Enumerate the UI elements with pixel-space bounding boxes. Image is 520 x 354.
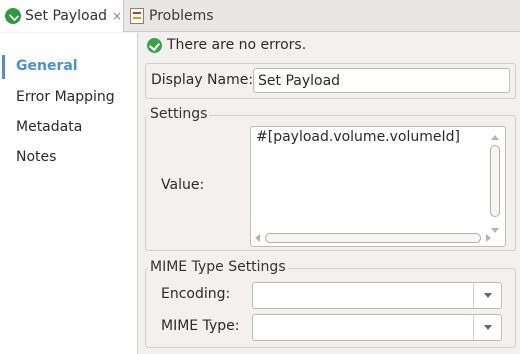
- tab-set-payload-label: Set Payload: [25, 8, 108, 24]
- chevron-down-icon[interactable]: [473, 315, 501, 340]
- display-name-input[interactable]: [253, 68, 510, 93]
- properties-view: Set Payload × Problems General Error Map…: [0, 0, 520, 354]
- check-circle-icon: [147, 37, 162, 53]
- chevron-down-icon[interactable]: [473, 283, 501, 308]
- scroll-down-icon[interactable]: [491, 228, 499, 233]
- vertical-scrollbar[interactable]: [489, 131, 501, 233]
- value-expression-editor[interactable]: #[payload.volume.volumeId]: [250, 126, 506, 247]
- horizontal-scrollbar[interactable]: [255, 232, 491, 244]
- settings-title: Settings: [148, 106, 210, 122]
- scroll-left-icon[interactable]: [255, 234, 260, 242]
- status-message: There are no errors.: [167, 37, 307, 53]
- value-expression-text: #[payload.volume.volumeId]: [256, 129, 460, 145]
- mime-settings-title: MIME Type Settings: [148, 259, 288, 275]
- tab-set-payload[interactable]: Set Payload ×: [0, 0, 124, 32]
- tab-problems[interactable]: Problems: [127, 0, 247, 32]
- tab-bar: Set Payload × Problems: [0, 0, 520, 32]
- set-payload-icon: [5, 8, 21, 24]
- nav-item-error-mapping[interactable]: Error Mapping: [16, 89, 115, 105]
- encoding-label: Encoding:: [161, 286, 231, 302]
- vertical-scroll-thumb[interactable]: [490, 145, 500, 217]
- scroll-up-icon[interactable]: [491, 135, 499, 140]
- display-name-label: Display Name:: [151, 72, 254, 88]
- validation-status: There are no errors.: [147, 36, 306, 54]
- horizontal-scroll-thumb[interactable]: [265, 233, 481, 243]
- problems-icon: [130, 8, 144, 24]
- nav-item-general[interactable]: General: [16, 58, 78, 74]
- nav-item-metadata[interactable]: Metadata: [16, 119, 82, 135]
- section-nav: General Error Mapping Metadata Notes: [0, 33, 138, 354]
- value-label: Value:: [161, 177, 205, 193]
- tab-problems-label: Problems: [149, 8, 214, 24]
- nav-item-notes[interactable]: Notes: [16, 149, 56, 165]
- encoding-combo[interactable]: [252, 282, 502, 309]
- close-icon[interactable]: ×: [112, 10, 122, 22]
- mime-type-combo[interactable]: [252, 314, 502, 341]
- nav-active-indicator: [2, 55, 5, 79]
- scroll-right-icon[interactable]: [486, 234, 491, 242]
- mime-type-label: MIME Type:: [161, 318, 240, 334]
